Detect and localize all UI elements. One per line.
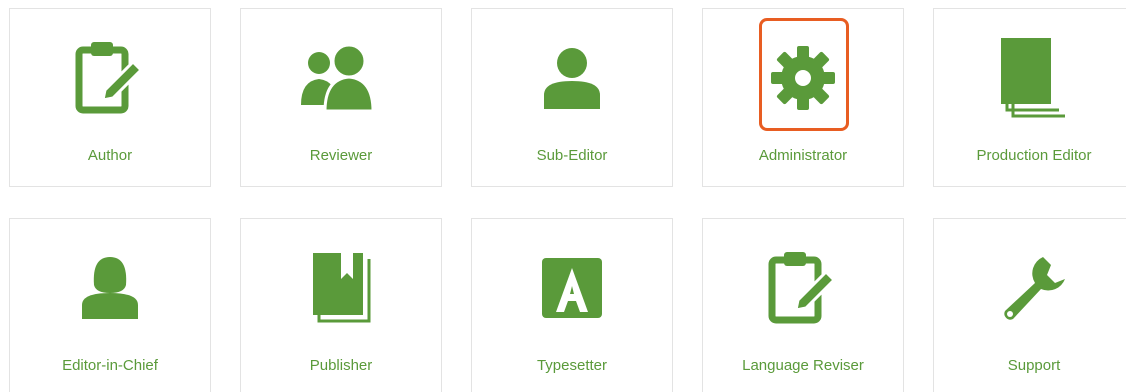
role-label: Publisher (309, 357, 373, 374)
user-icon (527, 33, 617, 123)
role-tile-publisher[interactable]: Publisher (240, 218, 442, 392)
font-icon (527, 243, 617, 333)
role-label: Typesetter (536, 357, 608, 374)
role-tile-typesetter[interactable]: Typesetter (471, 218, 673, 392)
role-tile-author[interactable]: Author (9, 8, 211, 187)
role-tile-reviewer[interactable]: Reviewer (240, 8, 442, 187)
wrench-icon (989, 243, 1079, 333)
role-label: Reviewer (309, 147, 373, 164)
role-label: Sub-Editor (536, 147, 608, 164)
role-label: Language Reviser (742, 357, 864, 374)
role-label: Production Editor (976, 147, 1092, 164)
role-label: Administrator (758, 147, 848, 164)
role-label: Editor-in-Chief (62, 357, 158, 374)
documents-stack-icon (989, 33, 1079, 123)
role-label: Author (87, 147, 133, 164)
gear-icon (758, 33, 848, 123)
role-tile-production-editor[interactable]: Production Editor (933, 8, 1126, 187)
role-tile-language-reviser[interactable]: Language Reviser (702, 218, 904, 392)
role-tile-administrator[interactable]: Administrator (702, 8, 904, 187)
users-icon (296, 33, 386, 123)
role-grid: Author Reviewer Sub-Editor Administrator… (0, 0, 1126, 392)
book-icon (296, 243, 386, 333)
role-tile-editor-in-chief[interactable]: Editor-in-Chief (9, 218, 211, 392)
role-tile-sub-editor[interactable]: Sub-Editor (471, 8, 673, 187)
role-tile-support[interactable]: Support (933, 218, 1126, 392)
user-female-icon (65, 243, 155, 333)
clipboard-edit-icon (758, 243, 848, 333)
role-label: Support (1007, 357, 1061, 374)
clipboard-edit-icon (65, 33, 155, 123)
